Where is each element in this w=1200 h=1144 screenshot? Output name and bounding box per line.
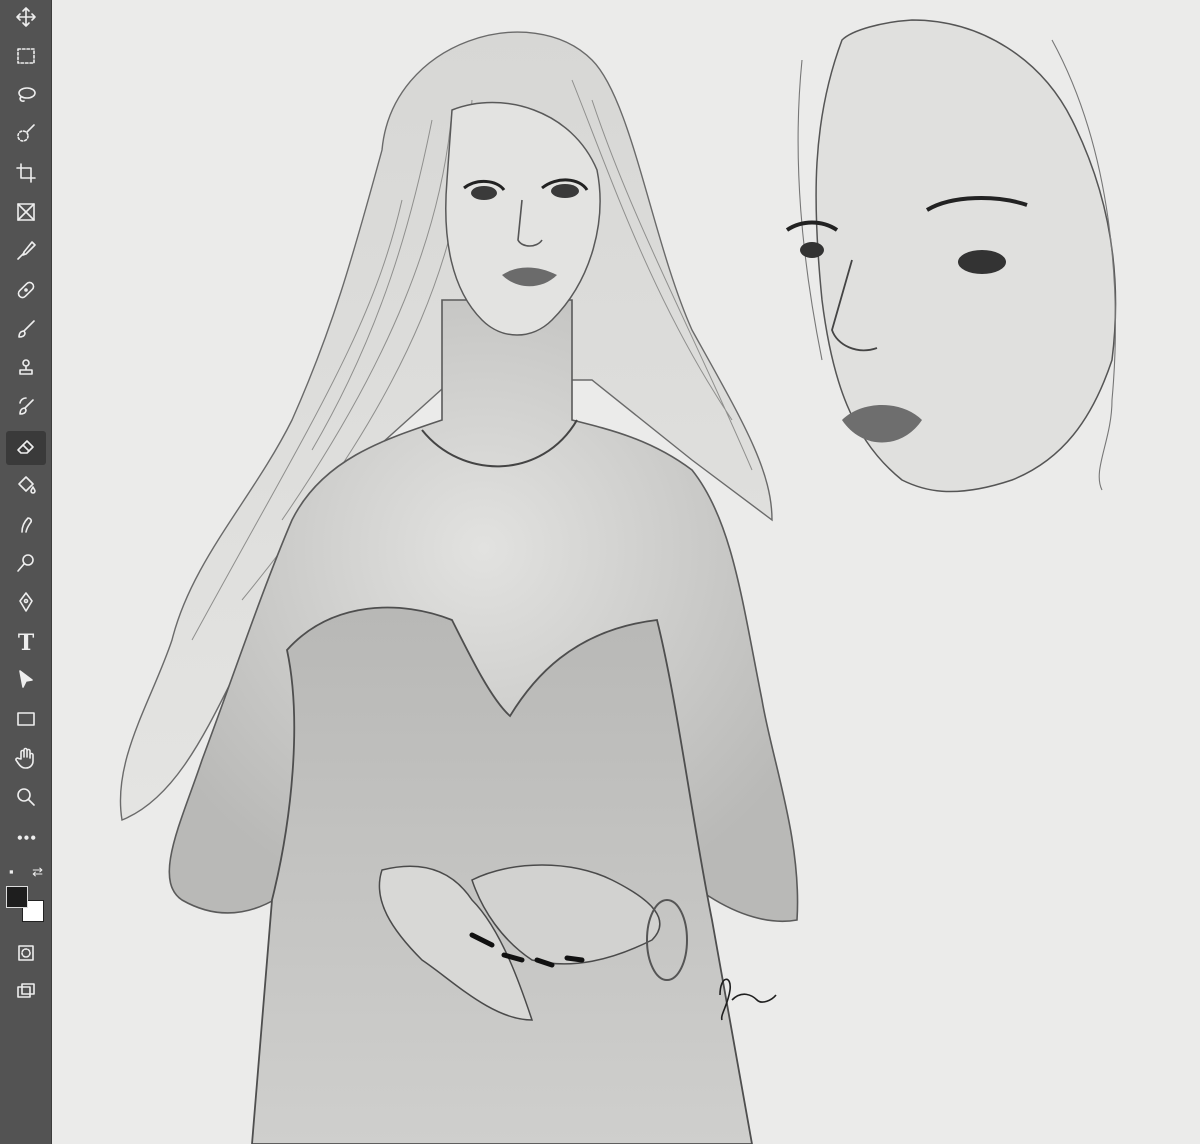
paint-bucket-tool[interactable] xyxy=(6,470,46,504)
history-brush-icon xyxy=(14,395,38,424)
tools-panel: T ••• ▪ ⇄ xyxy=(0,0,52,1144)
marquee-tool[interactable] xyxy=(6,41,46,75)
eraser-icon xyxy=(14,434,38,463)
pen-icon xyxy=(14,590,38,619)
ellipsis-icon: ••• xyxy=(15,831,37,845)
clone-stamp-tool[interactable] xyxy=(6,353,46,387)
zoom-tool[interactable] xyxy=(6,782,46,816)
more-tools[interactable]: ••• xyxy=(6,821,46,855)
swap-colors-icon[interactable]: ▪ ⇄ xyxy=(6,864,46,882)
lasso-icon xyxy=(14,83,38,112)
screen-mode-icon xyxy=(14,979,38,1008)
frame-icon xyxy=(14,200,38,229)
foreground-color-swatch[interactable] xyxy=(6,886,28,908)
type-icon: T xyxy=(17,630,35,656)
dodge-icon xyxy=(14,551,38,580)
pen-tool[interactable] xyxy=(6,587,46,621)
rect-marquee-icon xyxy=(14,44,38,73)
screen-mode-button[interactable] xyxy=(6,976,46,1010)
brush-icon xyxy=(14,317,38,346)
quick-mask-button[interactable] xyxy=(6,938,46,972)
frame-tool[interactable] xyxy=(6,197,46,231)
move-tool[interactable] xyxy=(6,2,46,36)
face-study xyxy=(785,19,1117,493)
smudge-icon xyxy=(14,512,38,541)
quick-mask-icon xyxy=(14,941,38,970)
history-brush-tool[interactable] xyxy=(6,392,46,426)
stamp-icon xyxy=(14,356,38,385)
quick-selection-icon xyxy=(14,122,38,151)
hand-icon xyxy=(14,746,38,775)
path-selection-tool[interactable] xyxy=(6,665,46,699)
healing-brush-tool[interactable] xyxy=(6,275,46,309)
brush-tool[interactable] xyxy=(6,314,46,348)
eraser-tool[interactable] xyxy=(6,431,46,465)
crop-tool[interactable] xyxy=(6,158,46,192)
lasso-tool[interactable] xyxy=(6,80,46,114)
arrow-icon xyxy=(14,668,38,697)
zoom-icon xyxy=(14,785,38,814)
quick-selection-tool[interactable] xyxy=(6,119,46,153)
eyedropper-tool[interactable] xyxy=(6,236,46,270)
eyedropper-icon xyxy=(14,239,38,268)
type-tool[interactable]: T xyxy=(6,626,46,660)
bandage-icon xyxy=(14,278,38,307)
rectangle-tool[interactable] xyxy=(6,704,46,738)
dodge-tool[interactable] xyxy=(6,548,46,582)
sketch-artwork xyxy=(119,19,1117,1144)
move-icon xyxy=(14,5,38,34)
hand-tool[interactable] xyxy=(6,743,46,777)
rectangle-icon xyxy=(14,707,38,736)
smudge-tool[interactable] xyxy=(6,509,46,543)
bucket-icon xyxy=(14,473,38,502)
document-canvas[interactable] xyxy=(52,0,1200,1144)
crop-icon xyxy=(14,161,38,190)
